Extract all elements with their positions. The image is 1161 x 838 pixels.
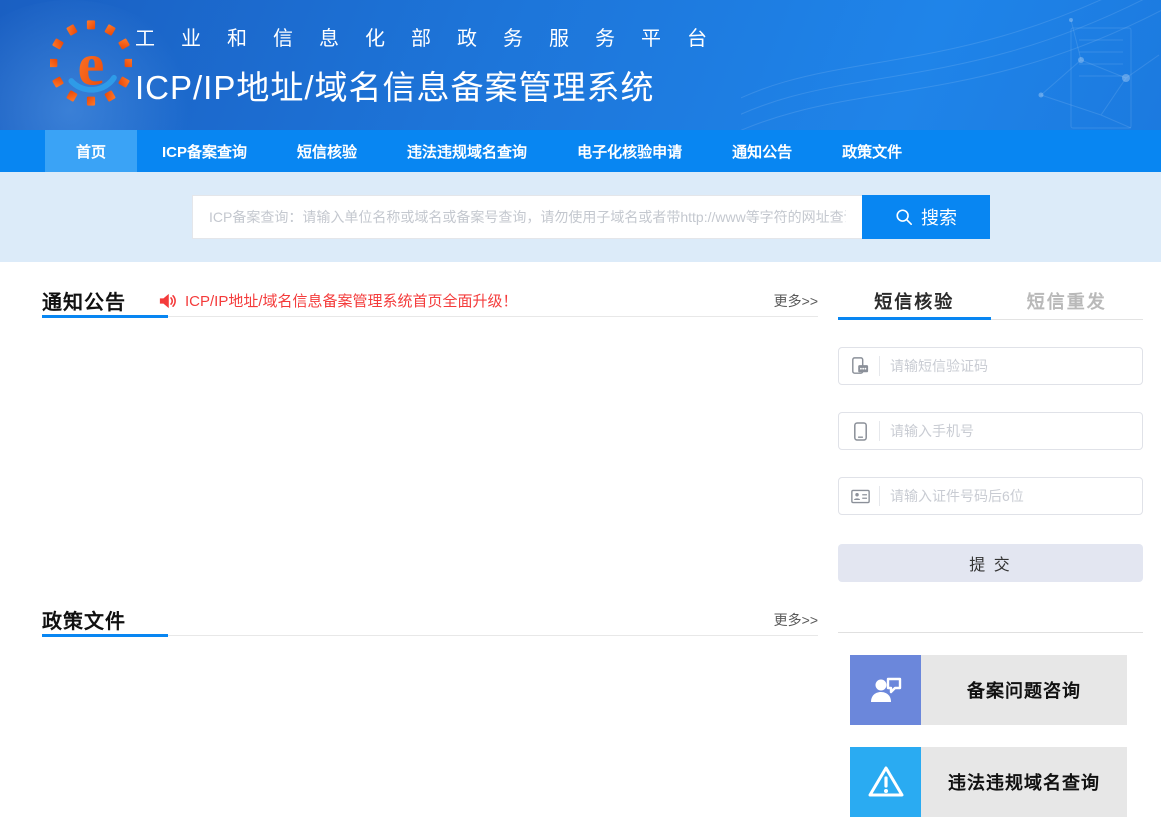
filing-consult-button[interactable]: 备案问题咨询 xyxy=(850,655,1127,725)
nav-item-notices[interactable]: 通知公告 xyxy=(707,130,817,172)
speaker-icon xyxy=(158,293,176,309)
mobile-number-input[interactable] xyxy=(890,423,1132,439)
field-divider xyxy=(879,356,880,376)
main-content: 通知公告 ICP/IP地址/域名信息备案管理系统首页全面升级！ 更多>> 政策文… xyxy=(0,262,1161,817)
tab-sms-resend[interactable]: 短信重发 xyxy=(991,288,1144,320)
quick-link-label: 备案问题咨询 xyxy=(967,677,1081,703)
search-box: 搜索 xyxy=(192,172,990,239)
sms-code-field xyxy=(838,347,1143,385)
search-section: 搜索 xyxy=(0,172,1161,262)
id-number-input[interactable] xyxy=(890,488,1132,504)
nav-item-policy-files[interactable]: 政策文件 xyxy=(817,130,927,172)
nav-item-icp-query[interactable]: ICP备案查询 xyxy=(137,130,272,172)
warning-icon xyxy=(850,747,921,817)
search-button[interactable]: 搜索 xyxy=(862,195,990,239)
mobile-icon xyxy=(849,422,871,441)
id-card-icon xyxy=(849,489,871,504)
icp-beian-homepage: e 工业和信息化部政务服务平台 ICP/IP地址/域名信息备案管理系统 首页 I… xyxy=(0,0,1161,838)
notice-more-link[interactable]: 更多>> xyxy=(774,291,818,311)
field-divider xyxy=(879,486,880,506)
illegal-domain-query-button[interactable]: 违法违规域名查询 xyxy=(850,747,1127,817)
notice-section-header: 通知公告 ICP/IP地址/域名信息备案管理系统首页全面升级！ 更多>> xyxy=(42,288,818,317)
search-input[interactable] xyxy=(192,195,862,239)
consult-chat-icon xyxy=(850,655,921,725)
platform-title: 工业和信息化部政务服务平台 xyxy=(135,22,733,51)
mobile-number-field xyxy=(838,412,1143,450)
quick-link-label: 违法违规域名查询 xyxy=(948,769,1100,795)
notice-item[interactable]: ICP/IP地址/域名信息备案管理系统首页全面升级！ xyxy=(158,290,518,311)
id-number-field xyxy=(838,477,1143,515)
notice-section-title: 通知公告 xyxy=(42,286,126,315)
quick-link-body: 违法违规域名查询 xyxy=(921,747,1127,817)
sms-code-icon xyxy=(849,357,871,375)
submit-button[interactable]: 提 交 xyxy=(838,544,1143,582)
policy-section-header: 政策文件 更多>> xyxy=(42,607,818,636)
nav-item-illegal-domain-query[interactable]: 违法违规域名查询 xyxy=(382,130,552,172)
panel-divider xyxy=(838,632,1143,633)
sms-panel-tabs: 短信核验 短信重发 xyxy=(838,288,1143,320)
sms-code-input[interactable] xyxy=(890,358,1132,374)
search-button-label: 搜索 xyxy=(921,204,957,230)
svg-text:e: e xyxy=(78,31,105,98)
policy-more-link[interactable]: 更多>> xyxy=(774,610,818,630)
tab-sms-verify[interactable]: 短信核验 xyxy=(838,288,991,320)
notice-list-area xyxy=(42,317,818,607)
nav-item-sms-verify[interactable]: 短信核验 xyxy=(272,130,382,172)
sms-verification-panel: 短信核验 短信重发 xyxy=(838,288,1143,817)
system-title: ICP/IP地址/域名信息备案管理系统 xyxy=(135,61,733,109)
field-divider xyxy=(879,421,880,441)
header-network-decoration xyxy=(741,0,1161,130)
site-header: e 工业和信息化部政务服务平台 ICP/IP地址/域名信息备案管理系统 xyxy=(0,0,1161,130)
policy-section-title: 政策文件 xyxy=(42,605,126,634)
main-nav: 首页 ICP备案查询 短信核验 违法违规域名查询 电子化核验申请 通知公告 政策… xyxy=(0,130,1161,172)
left-column: 通知公告 ICP/IP地址/域名信息备案管理系统首页全面升级！ 更多>> 政策文… xyxy=(42,288,818,817)
quick-link-body: 备案问题咨询 xyxy=(921,655,1127,725)
nav-item-home[interactable]: 首页 xyxy=(45,130,137,172)
miit-logo: e xyxy=(50,20,132,106)
header-titles: 工业和信息化部政务服务平台 ICP/IP地址/域名信息备案管理系统 xyxy=(135,22,733,109)
notice-item-text[interactable]: ICP/IP地址/域名信息备案管理系统首页全面升级！ xyxy=(185,290,518,311)
search-icon xyxy=(895,208,913,226)
nav-item-electronic-verification[interactable]: 电子化核验申请 xyxy=(552,130,707,172)
